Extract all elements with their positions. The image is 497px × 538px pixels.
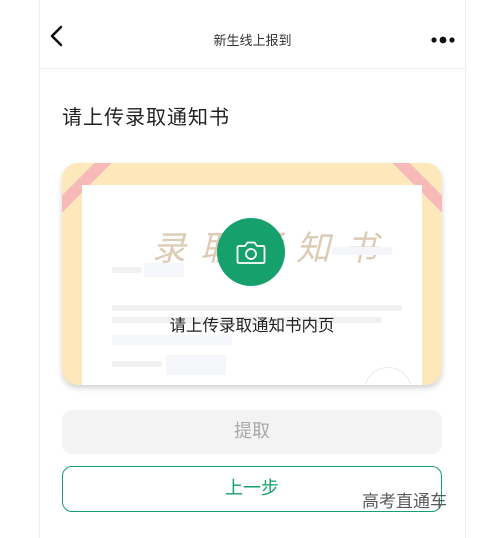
extract-button[interactable]: 提取	[62, 410, 442, 454]
admission-letter-upload-card[interactable]: 录取通知书 请上传录取通知书内页	[62, 163, 442, 385]
placeholder-line	[112, 305, 402, 311]
camera-icon	[236, 241, 266, 264]
stamp-mark	[364, 367, 412, 385]
upload-label: 请上传录取通知书内页	[169, 316, 335, 335]
placeholder-text-block	[332, 247, 392, 255]
placeholder-field	[144, 263, 184, 277]
section-title: 请上传录取通知书	[62, 105, 230, 129]
placeholder-field	[166, 355, 226, 375]
nav-bar: 新生线上报到	[40, 0, 465, 69]
watermark-text: 高考直通车	[362, 492, 447, 512]
placeholder-line	[112, 361, 162, 367]
more-dots-icon	[431, 36, 455, 44]
page-title: 新生线上报到	[213, 34, 292, 49]
placeholder-line	[112, 267, 142, 273]
camera-button[interactable]	[217, 218, 285, 286]
mobile-page: 新生线上报到 请上传录取通知书 录取通知书	[40, 0, 465, 538]
placeholder-field	[112, 335, 232, 345]
more-button[interactable]	[429, 28, 457, 48]
